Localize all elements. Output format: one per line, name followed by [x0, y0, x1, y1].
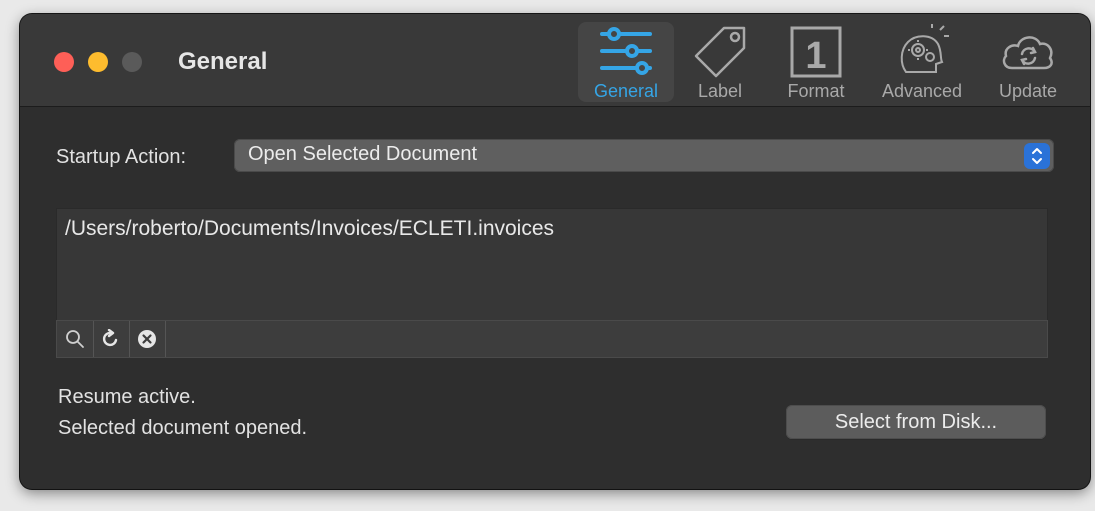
tag-icon: [694, 26, 746, 78]
document-path-field[interactable]: /Users/roberto/Documents/Invoices/ECLETI…: [56, 208, 1048, 322]
toolbar-label: Format: [787, 81, 845, 101]
toolbar-label: Update: [998, 81, 1058, 101]
clear-icon: [138, 330, 156, 348]
document-path: /Users/roberto/Documents/Invoices/ECLETI…: [65, 217, 555, 240]
sliders-icon: [600, 27, 652, 75]
titlebar: General General Label 1 Format Advanced …: [20, 14, 1090, 107]
clear-button[interactable]: [129, 321, 166, 357]
close-window-button[interactable]: [54, 52, 74, 72]
window-title: General: [178, 48, 268, 75]
preferences-window: General General Label 1 Format Advanced …: [20, 14, 1090, 489]
refresh-icon: [102, 329, 118, 347]
toolbar-label: General: [593, 81, 659, 101]
svg-text:1: 1: [805, 35, 826, 77]
zoom-window-button[interactable]: [122, 52, 142, 72]
status-line-2: Selected document opened.: [58, 417, 308, 439]
popup-stepper[interactable]: [1024, 143, 1050, 169]
toolbar-label: Advanced: [881, 81, 963, 101]
path-control-bar: [56, 320, 1048, 358]
startup-action-label: Startup Action:: [56, 146, 187, 168]
startup-action-popup[interactable]: Open Selected Document: [234, 139, 1054, 172]
status-line-1: Resume active.: [58, 386, 196, 408]
toolbar-update[interactable]: Update: [986, 22, 1070, 102]
chevron-up-down-icon: [1032, 148, 1042, 164]
search-icon: [66, 330, 84, 348]
number-one-icon: 1: [790, 26, 842, 78]
startup-action-value: Open Selected Document: [248, 143, 478, 165]
select-from-disk-button[interactable]: Select from Disk...: [786, 405, 1046, 439]
toolbar-label-tab[interactable]: Label: [680, 22, 760, 102]
refresh-button[interactable]: [93, 321, 130, 357]
cloud-sync-icon: [1002, 36, 1053, 70]
toolbar-label: Label: [697, 81, 743, 101]
toolbar-format[interactable]: 1 Format: [774, 22, 858, 102]
minimize-window-button[interactable]: [88, 52, 108, 72]
gears-head-icon: [900, 24, 949, 73]
toolbar-general[interactable]: General: [578, 22, 674, 102]
reveal-button[interactable]: [57, 321, 94, 357]
toolbar-advanced[interactable]: Advanced: [872, 22, 972, 102]
